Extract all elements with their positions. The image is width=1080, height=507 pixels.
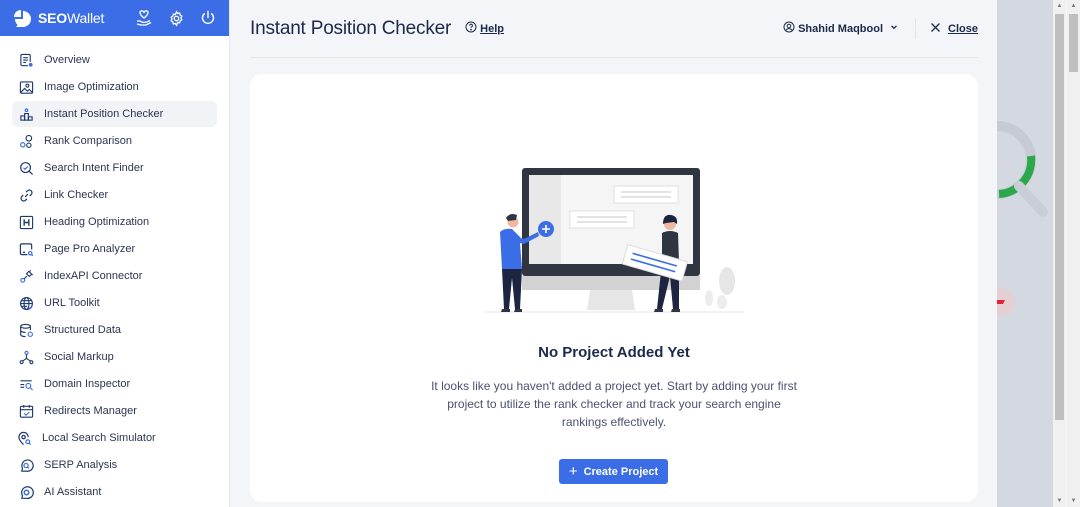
power-icon[interactable] xyxy=(199,9,217,27)
help-link[interactable]: Help xyxy=(465,21,504,36)
sidebar-item-serp-analysis[interactable]: SERP Analysis xyxy=(12,452,217,478)
main-panel: Instant Position Checker Help Shahid Maq… xyxy=(231,0,997,507)
background-gauge-icon xyxy=(997,121,1048,316)
ai-chat-icon xyxy=(18,484,34,500)
sidebar-item-ai-assistant[interactable]: AI Assistant xyxy=(12,479,217,505)
podium-icon xyxy=(18,106,34,122)
user-circle-icon xyxy=(783,21,795,36)
sidebar-item-redirects-manager[interactable]: Redirects Manager xyxy=(12,398,217,424)
empty-state-title: No Project Added Yet xyxy=(538,344,690,361)
sidebar: SEOWallet Overview Image Optimization In… xyxy=(0,0,230,507)
link-icon xyxy=(18,187,34,203)
user-name: Shahid Maqbool xyxy=(798,22,884,35)
page-scrollbar[interactable]: ▲ ▼ xyxy=(1067,0,1080,507)
calendar-check-icon xyxy=(18,403,34,419)
background-page xyxy=(997,0,1053,507)
sidebar-item-search-intent-finder[interactable]: Search Intent Finder xyxy=(12,155,217,181)
sidebar-item-link-checker[interactable]: Link Checker xyxy=(12,182,217,208)
inner-scrollbar[interactable]: ▲ ▼ xyxy=(1053,0,1066,507)
sidebar-item-heading-optimization[interactable]: Heading Optimization xyxy=(12,209,217,235)
empty-state-description: It looks like you haven't added a projec… xyxy=(431,379,797,429)
scroll-down-arrow-icon[interactable]: ▼ xyxy=(1067,498,1080,504)
scroll-up-arrow-icon[interactable]: ▲ xyxy=(1053,3,1066,9)
plus-icon: + xyxy=(568,463,578,480)
page-scrollbar-thumb[interactable] xyxy=(1069,14,1078,72)
sidebar-item-url-toolkit[interactable]: URL Toolkit xyxy=(12,290,217,316)
sidebar-item-structured-data[interactable]: Structured Data xyxy=(12,317,217,343)
header-divider xyxy=(915,18,917,39)
inner-scrollbar-thumb[interactable] xyxy=(1055,14,1064,420)
domain-search-icon xyxy=(18,376,34,392)
location-search-icon xyxy=(16,430,32,446)
brand-name: SEOWallet xyxy=(38,10,105,26)
sidebar-item-domain-inspector[interactable]: Domain Inspector xyxy=(12,371,217,397)
plug-icon xyxy=(18,268,34,284)
create-project-button[interactable]: + Create Project xyxy=(559,459,668,484)
image-icon xyxy=(18,79,34,95)
scroll-down-arrow-icon[interactable]: ▼ xyxy=(1053,498,1066,504)
logo[interactable]: SEOWallet xyxy=(12,8,135,28)
empty-state-card: No Project Added Yet It looks like you h… xyxy=(250,74,978,502)
heart-hand-icon[interactable] xyxy=(135,9,153,27)
sidebar-item-social-markup[interactable]: Social Markup xyxy=(12,344,217,370)
page-analyzer-icon xyxy=(18,241,34,257)
logo-icon xyxy=(12,8,32,28)
serp-chat-icon xyxy=(18,457,34,473)
search-intent-icon xyxy=(18,160,34,176)
chevron-down-icon xyxy=(889,22,899,35)
close-button[interactable]: Close xyxy=(930,22,978,36)
sidebar-item-local-search-simulator[interactable]: Local Search Simulator xyxy=(12,425,217,451)
rank-compare-icon xyxy=(18,133,34,149)
page-title: Instant Position Checker xyxy=(250,17,452,39)
globe-icon xyxy=(18,295,34,311)
sidebar-item-rank-comparison[interactable]: Rank Comparison xyxy=(12,128,217,154)
empty-state-illustration xyxy=(482,166,746,316)
sidebar-item-instant-position-checker[interactable]: Instant Position Checker xyxy=(12,101,217,127)
sidebar-item-overview[interactable]: Overview xyxy=(12,47,217,73)
close-icon xyxy=(930,22,941,36)
page-header: Instant Position Checker Help Shahid Maq… xyxy=(250,0,978,58)
overview-icon xyxy=(18,52,34,68)
heading-icon xyxy=(18,214,34,230)
share-nodes-icon xyxy=(18,349,34,365)
scroll-up-arrow-icon[interactable]: ▲ xyxy=(1067,3,1080,9)
database-icon xyxy=(18,322,34,338)
sidebar-item-page-pro-analyzer[interactable]: Page Pro Analyzer xyxy=(12,236,217,262)
user-menu[interactable]: Shahid Maqbool xyxy=(783,21,899,36)
help-circle-icon xyxy=(465,21,477,36)
sidebar-item-indexapi-connector[interactable]: IndexAPI Connector xyxy=(12,263,217,289)
gear-icon[interactable] xyxy=(167,9,185,27)
sidebar-nav: Overview Image Optimization Instant Posi… xyxy=(0,36,229,505)
sidebar-header: SEOWallet xyxy=(0,0,229,36)
sidebar-item-image-optimization[interactable]: Image Optimization xyxy=(12,74,217,100)
